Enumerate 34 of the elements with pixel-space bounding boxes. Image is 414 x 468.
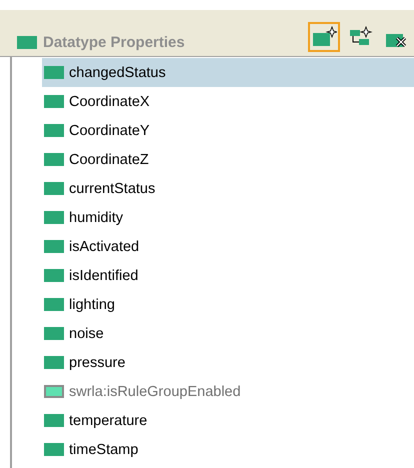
property-icon [44,414,64,427]
property-icon [44,269,64,282]
property-item[interactable]: CoordinateY [42,116,414,145]
property-icon [44,443,64,456]
property-icon [44,95,64,108]
property-icon [44,124,64,137]
create-property-button[interactable] [308,22,340,52]
property-item[interactable]: swrla:isRuleGroupEnabled [42,377,414,406]
property-item[interactable]: changedStatus [42,58,414,87]
sparkle-square-icon [311,26,337,48]
property-icon [44,356,64,369]
property-item[interactable]: CoordinateZ [42,145,414,174]
property-icon [44,66,64,79]
property-icon [44,211,64,224]
property-item[interactable]: temperature [42,406,414,435]
property-icon [44,153,64,166]
property-item[interactable]: lighting [42,290,414,319]
property-item[interactable]: isIdentified [42,261,414,290]
property-item[interactable]: isActivated [42,232,414,261]
property-icon [44,182,64,195]
property-item[interactable]: noise [42,319,414,348]
property-item[interactable]: currentStatus [42,174,414,203]
sparkle-tree-icon [347,26,373,48]
property-icon [44,327,64,340]
property-icon [44,385,64,398]
property-item[interactable]: CoordinateX [42,87,414,116]
property-item[interactable]: pressure [42,348,414,377]
delete-icon [386,34,406,46]
property-icon [17,36,37,49]
property-item[interactable]: humidity [42,203,414,232]
property-icon [44,240,64,253]
property-item[interactable]: timeStamp [42,435,414,464]
property-icon [44,298,64,311]
panel-title: Datatype Properties [43,34,185,51]
